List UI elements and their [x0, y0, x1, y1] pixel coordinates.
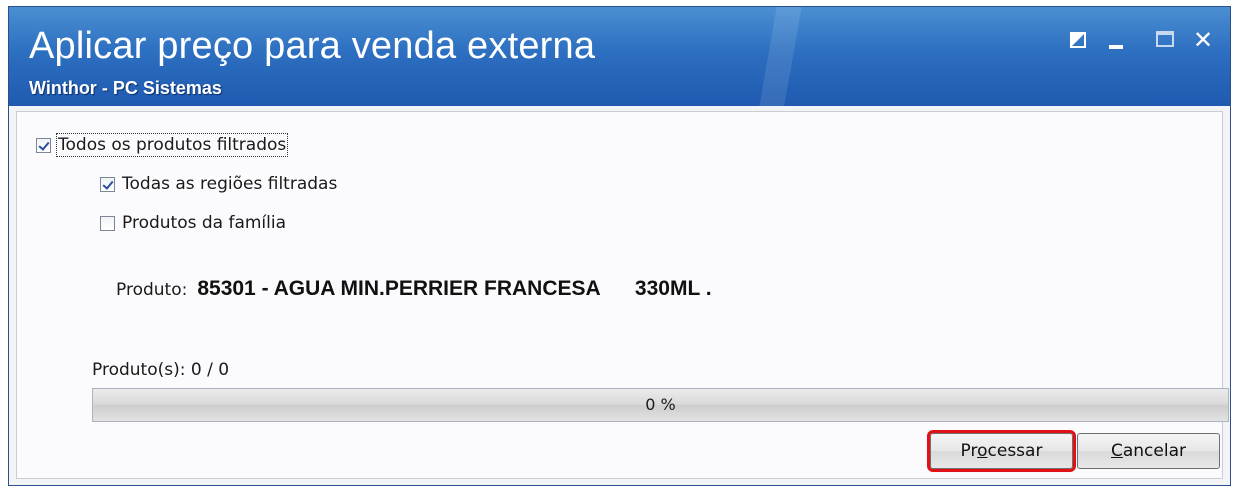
produto-value: 85301 - AGUA MIN.PERRIER FRANCESA 330ML … [197, 277, 712, 300]
close-icon[interactable]: ✕ [1191, 28, 1215, 52]
produto-line: Produto: 85301 - AGUA MIN.PERRIER FRANCE… [116, 277, 712, 301]
produto-label: Produto: [116, 280, 188, 300]
produtos-familia-option[interactable]: Produtos da família [100, 213, 286, 233]
product-count: Produto(s): 0 / 0 [92, 360, 230, 380]
todos-produtos-checkbox[interactable] [36, 137, 51, 153]
window-subtitle: Winthor - PC Sistemas [29, 78, 222, 98]
progress-percent: 0 % [645, 395, 676, 414]
todos-produtos-label[interactable]: Todos os produtos filtrados [55, 133, 289, 157]
progress-bar: 0 % [92, 388, 1229, 422]
cancelar-label: Cancelar [1110, 441, 1186, 461]
window-title: Aplicar preço para venda externa [29, 25, 596, 67]
todos-produtos-option[interactable]: Todos os produtos filtrados [36, 133, 289, 157]
processar-button[interactable]: Processar [927, 430, 1076, 472]
title-bar[interactable]: Aplicar preço para venda externa Winthor… [9, 7, 1230, 106]
todas-regioes-checkbox[interactable] [100, 176, 115, 192]
todas-regioes-label[interactable]: Todas as regiões filtradas [122, 174, 337, 194]
minimize-icon[interactable] [1107, 29, 1125, 51]
dialog-content: Todos os produtos filtrados Todas as reg… [16, 111, 1229, 479]
todas-regioes-option[interactable]: Todas as regiões filtradas [100, 174, 337, 194]
restore-icon[interactable] [1067, 29, 1089, 51]
cancelar-button[interactable]: Cancelar [1077, 433, 1220, 469]
processar-label: Processar [960, 441, 1043, 461]
maximize-icon[interactable] [1154, 29, 1176, 51]
produtos-familia-label[interactable]: Produtos da família [122, 213, 286, 233]
dialog-window: Aplicar preço para venda externa Winthor… [8, 6, 1231, 486]
produtos-familia-checkbox[interactable] [100, 215, 115, 231]
